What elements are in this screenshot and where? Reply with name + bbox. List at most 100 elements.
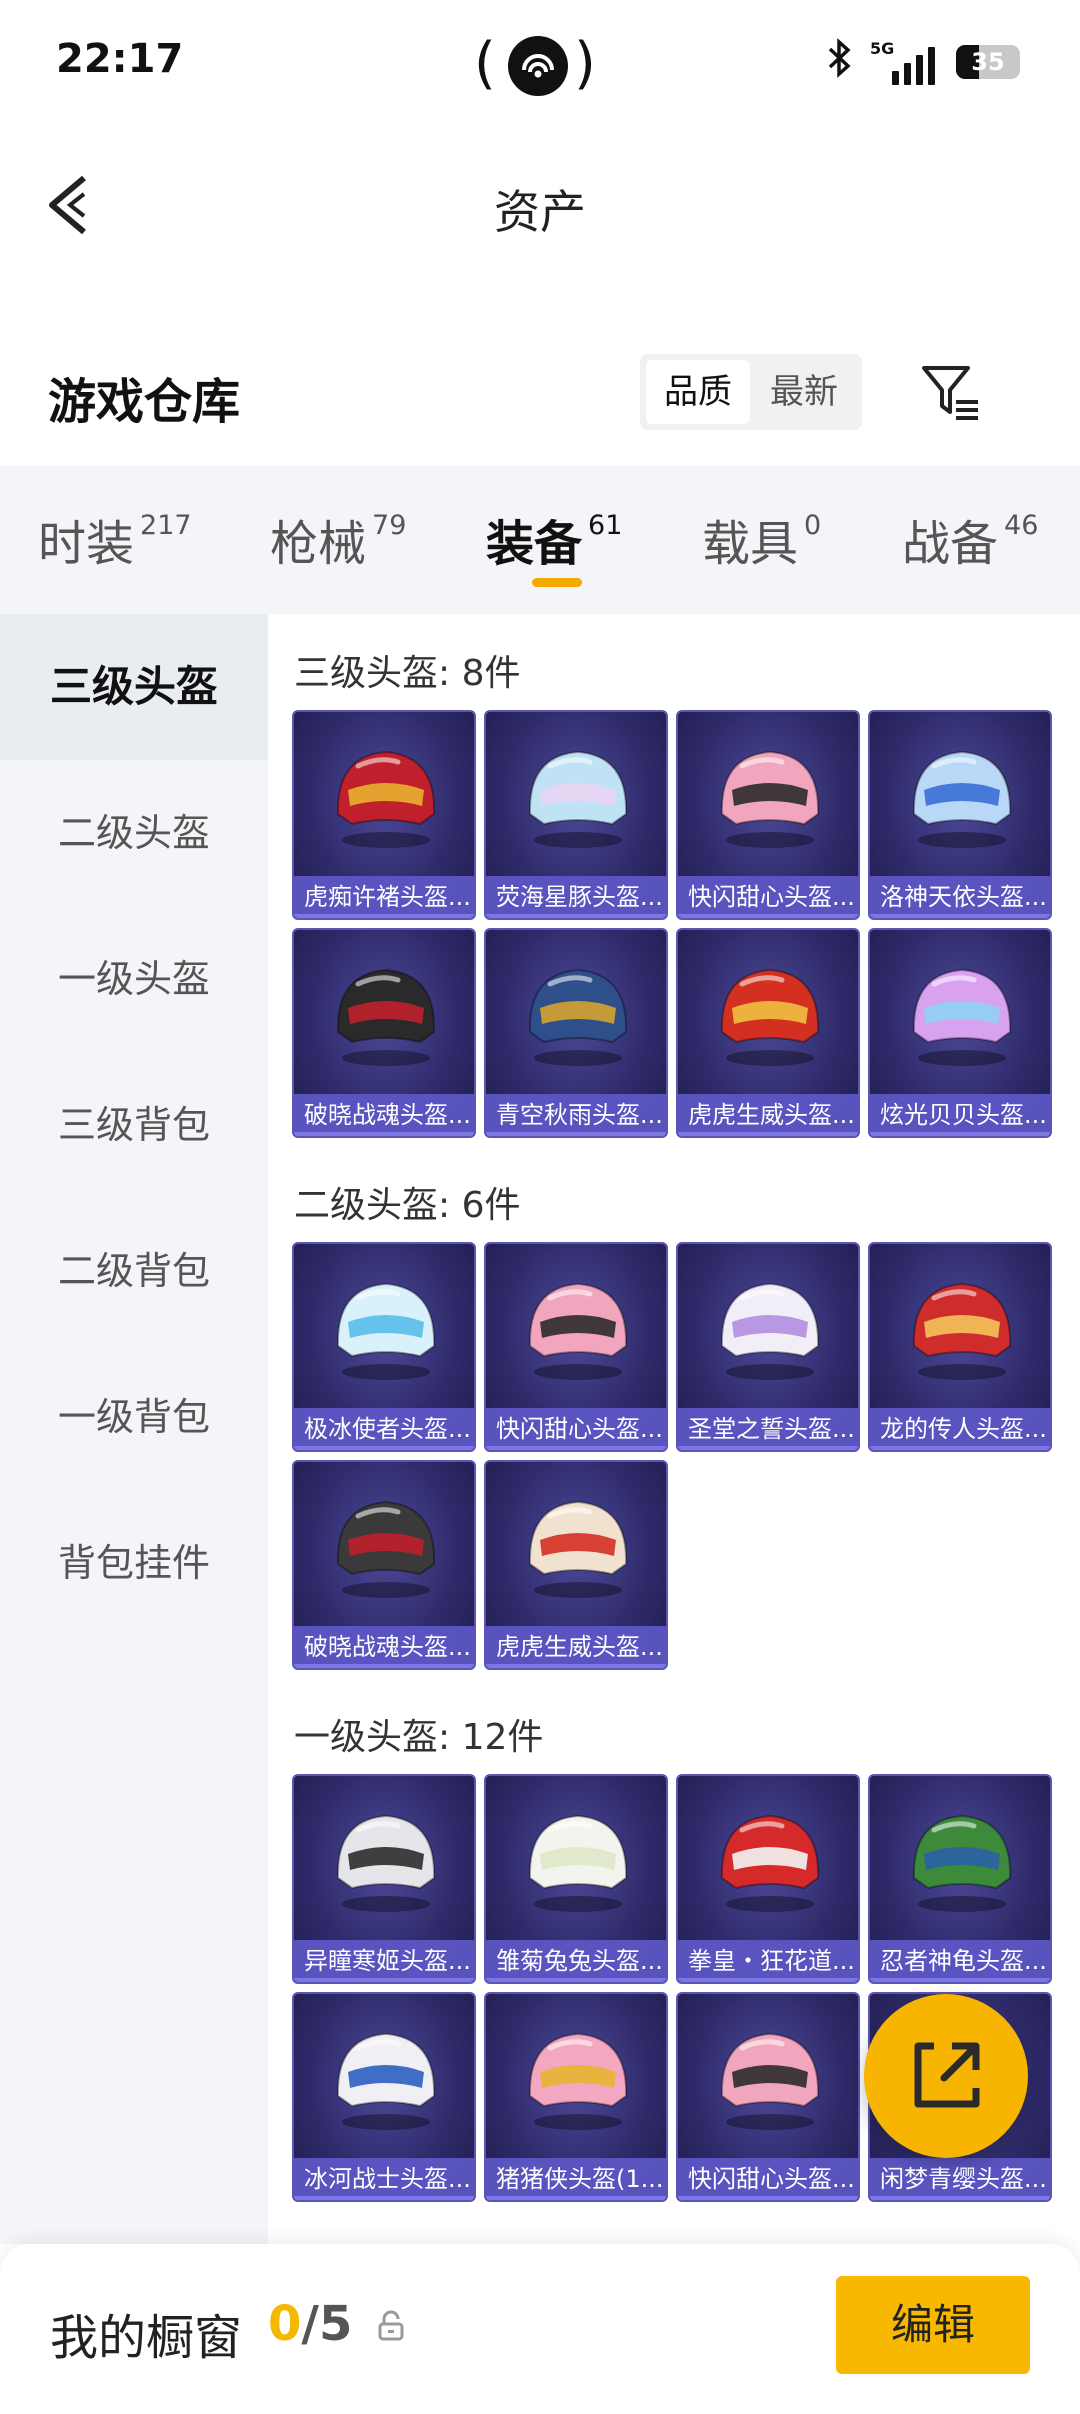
- sidebar-item-level1-backpack[interactable]: 一级背包: [0, 1344, 268, 1490]
- app-header: 资产: [0, 140, 1080, 270]
- helmet-icon: [912, 750, 1012, 848]
- item-card[interactable]: 虎痴许褚头盔...: [292, 710, 476, 920]
- card-accent-line: [678, 1446, 858, 1450]
- item-card[interactable]: 圣堂之誓头盔...: [676, 1242, 860, 1452]
- item-card[interactable]: 异瞳寒姬头盔...: [292, 1774, 476, 1984]
- item-card[interactable]: 冰河战士头盔...: [292, 1992, 476, 2202]
- item-card[interactable]: 荧海星豚头盔...: [484, 710, 668, 920]
- bluetooth-icon: [826, 37, 854, 87]
- page-title: 资产: [494, 185, 586, 239]
- item-name: 忍者神龟头盔...: [870, 1940, 1050, 1982]
- card-accent-line: [486, 1132, 666, 1136]
- tab-fashion[interactable]: 时装 217: [38, 504, 192, 574]
- item-card[interactable]: 破晓战魂头盔...: [292, 928, 476, 1138]
- item-name: 荧海星豚头盔...: [486, 876, 666, 918]
- showcase-total: /5: [301, 2296, 353, 2352]
- tab-supplies[interactable]: 战备 46: [902, 504, 1038, 574]
- filter-icon: [922, 366, 978, 420]
- card-accent-line: [870, 1978, 1050, 1982]
- item-card[interactable]: 极冰使者头盔...: [292, 1242, 476, 1452]
- item-card[interactable]: 虎虎生威头盔...: [484, 1460, 668, 1670]
- tab-guns[interactable]: 枪械 79: [270, 504, 406, 574]
- filter-button[interactable]: [918, 360, 984, 426]
- sort-toggle: 品质 最新: [640, 354, 862, 430]
- item-card[interactable]: 洛神天依头盔...: [868, 710, 1052, 920]
- card-accent-line: [294, 2196, 474, 2200]
- item-name: 异瞳寒姬头盔...: [294, 1940, 474, 1982]
- helmet-icon: [912, 1282, 1012, 1380]
- tab-count: 46: [1004, 510, 1039, 541]
- item-name: 圣堂之誓头盔...: [678, 1408, 858, 1450]
- card-accent-line: [486, 2196, 666, 2200]
- item-card[interactable]: 快闪甜心头盔...: [676, 710, 860, 920]
- helmet-icon: [720, 750, 820, 848]
- card-accent-line: [486, 1978, 666, 1982]
- item-name: 虎虎生威头盔...: [678, 1094, 858, 1136]
- item-name: 青空秋雨头盔...: [486, 1094, 666, 1136]
- item-name: 雏菊兔兔头盔...: [486, 1940, 666, 1982]
- battery-level: 35: [971, 48, 1005, 76]
- item-card[interactable]: 忍者神龟头盔...: [868, 1774, 1052, 1984]
- helmet-icon: [528, 2032, 628, 2130]
- helmet-icon: [528, 1814, 628, 1912]
- card-accent-line: [870, 2196, 1050, 2200]
- sort-quality-button[interactable]: 品质: [646, 360, 750, 424]
- bottom-bar: 我的橱窗 0/5 编辑: [0, 2244, 1080, 2414]
- tab-count: 61: [588, 510, 623, 541]
- item-name: 闲梦青缨头盔...: [870, 2158, 1050, 2200]
- item-card[interactable]: 快闪甜心头盔...: [676, 1992, 860, 2202]
- sort-newest-button[interactable]: 最新: [752, 360, 856, 424]
- helmet-icon: [336, 1814, 436, 1912]
- sidebar-item-level3-helmet[interactable]: 三级头盔: [0, 614, 268, 760]
- share-button[interactable]: [864, 1994, 1028, 2158]
- item-card[interactable]: 破晓战魂头盔...: [292, 1460, 476, 1670]
- item-card[interactable]: 青空秋雨头盔...: [484, 928, 668, 1138]
- tab-label: 时装: [38, 516, 135, 572]
- helmet-icon: [336, 1500, 436, 1598]
- sidebar-item-level2-backpack[interactable]: 二级背包: [0, 1198, 268, 1344]
- item-card[interactable]: 龙的传人头盔...: [868, 1242, 1052, 1452]
- sidebar-item-backpack-charm[interactable]: 背包挂件: [0, 1490, 268, 1636]
- paren-left: (: [474, 31, 496, 96]
- card-accent-line: [294, 1446, 474, 1450]
- warehouse-title: 游戏仓库: [48, 374, 241, 430]
- hotspot-icon: [508, 36, 568, 96]
- helmet-icon: [336, 750, 436, 848]
- showcase-count: 0/5: [268, 2296, 352, 2352]
- item-card[interactable]: 雏菊兔兔头盔...: [484, 1774, 668, 1984]
- section-title: 二级头盔: 6件: [294, 1185, 521, 1226]
- tab-equipment[interactable]: 装备 61: [486, 504, 622, 574]
- item-name: 破晓战魂头盔...: [294, 1626, 474, 1668]
- helmet-icon: [912, 968, 1012, 1066]
- helmet-icon: [912, 1814, 1012, 1912]
- item-card[interactable]: 猪猪侠头盔(1...: [484, 1992, 668, 2202]
- item-card[interactable]: 拳皇・狂花道...: [676, 1774, 860, 1984]
- sidebar-item-level1-helmet[interactable]: 一级头盔: [0, 906, 268, 1052]
- showcase-current: 0: [268, 2296, 302, 2352]
- helmet-icon: [528, 1500, 628, 1598]
- showcase-label: 我的橱窗: [50, 2310, 243, 2366]
- card-accent-line: [678, 914, 858, 918]
- item-name: 极冰使者头盔...: [294, 1408, 474, 1450]
- network-type: 5G: [870, 39, 895, 58]
- item-name: 快闪甜心头盔...: [486, 1408, 666, 1450]
- sidebar-item-level2-helmet[interactable]: 二级头盔: [0, 760, 268, 906]
- item-card[interactable]: 快闪甜心头盔...: [484, 1242, 668, 1452]
- status-time: 22:17: [56, 36, 184, 82]
- item-name: 龙的传人头盔...: [870, 1408, 1050, 1450]
- hotspot-indicator: ( ): [474, 28, 604, 100]
- item-card[interactable]: 虎虎生威头盔...: [676, 928, 860, 1138]
- card-accent-line: [870, 1446, 1050, 1450]
- tab-count: 0: [804, 510, 822, 541]
- tab-vehicles[interactable]: 载具 0: [702, 504, 821, 574]
- category-tabs: 时装 217 枪械 79 装备 61 载具 0 战备 46: [0, 466, 1080, 614]
- edit-button[interactable]: 编辑: [836, 2276, 1030, 2374]
- active-tab-indicator: [532, 578, 582, 587]
- item-card[interactable]: 炫光贝贝头盔...: [868, 928, 1052, 1138]
- card-accent-line: [294, 1132, 474, 1136]
- sidebar-item-level3-backpack[interactable]: 三级背包: [0, 1052, 268, 1198]
- helmet-icon: [720, 1282, 820, 1380]
- card-accent-line: [870, 914, 1050, 918]
- item-name: 虎痴许褚头盔...: [294, 876, 474, 918]
- card-accent-line: [870, 1132, 1050, 1136]
